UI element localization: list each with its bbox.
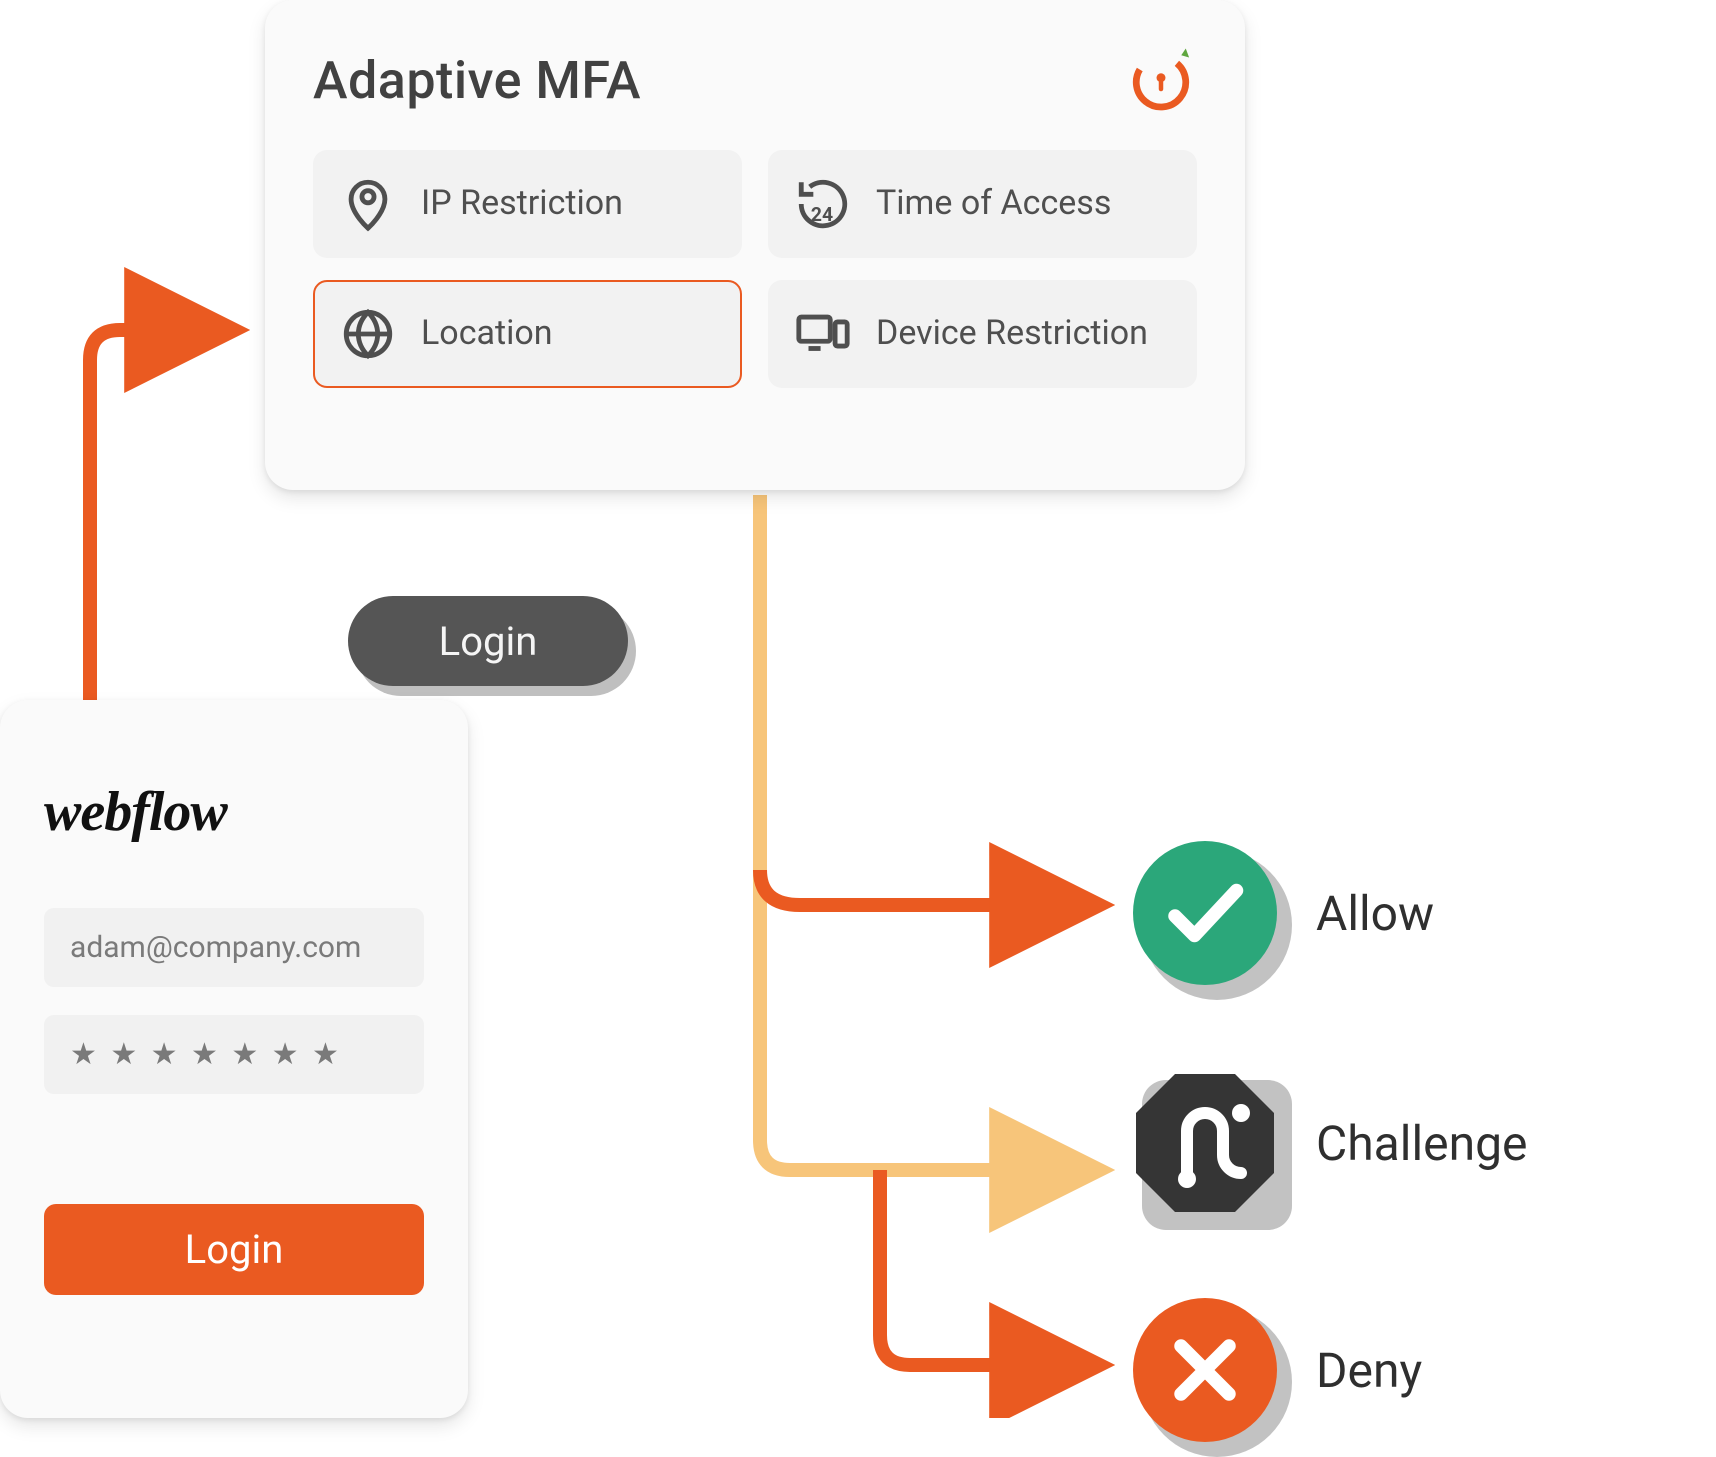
outcome-label: Deny xyxy=(1316,1342,1422,1399)
svg-text:24: 24 xyxy=(811,203,833,226)
password-field[interactable]: ★ ★ ★ ★ ★ ★ ★ xyxy=(44,1015,424,1094)
factor-label: Location xyxy=(421,314,553,353)
checkmark-icon xyxy=(1130,838,1280,988)
challenge-badge xyxy=(1130,1068,1280,1218)
allow-badge xyxy=(1130,838,1280,988)
clock-24-icon: 24 xyxy=(794,175,852,233)
cross-icon xyxy=(1130,1295,1280,1445)
outcome-challenge: Challenge xyxy=(1130,1068,1528,1218)
factor-ip-restriction[interactable]: IP Restriction xyxy=(313,150,742,258)
factor-label: IP Restriction xyxy=(421,184,623,223)
adaptive-mfa-card: Adaptive MFA IP Restriction 24 xyxy=(265,0,1245,490)
login-card: webflow adam@company.com ★ ★ ★ ★ ★ ★ ★ L… xyxy=(0,700,468,1418)
factor-label: Device Restriction xyxy=(876,314,1148,353)
outcome-allow: Allow xyxy=(1130,838,1434,988)
factor-location[interactable]: Location xyxy=(313,280,742,388)
deny-badge xyxy=(1130,1295,1280,1445)
webflow-logo: webflow xyxy=(44,780,424,844)
factor-label: Time of Access xyxy=(876,184,1111,223)
login-button[interactable]: Login xyxy=(44,1204,424,1295)
miniorange-logo-icon xyxy=(1125,44,1197,116)
factor-device-restriction[interactable]: Device Restriction xyxy=(768,280,1197,388)
devices-icon xyxy=(794,305,852,363)
email-field[interactable]: adam@company.com xyxy=(44,908,424,987)
login-flow-badge: Login xyxy=(348,596,628,686)
route-icon xyxy=(1130,1068,1280,1218)
outcome-label: Challenge xyxy=(1316,1115,1528,1172)
factor-time-of-access[interactable]: 24 Time of Access xyxy=(768,150,1197,258)
outcome-deny: Deny xyxy=(1130,1295,1422,1445)
map-pin-user-icon xyxy=(339,175,397,233)
mfa-title: Adaptive MFA xyxy=(313,50,641,111)
globe-icon xyxy=(339,305,397,363)
outcome-label: Allow xyxy=(1316,885,1434,942)
